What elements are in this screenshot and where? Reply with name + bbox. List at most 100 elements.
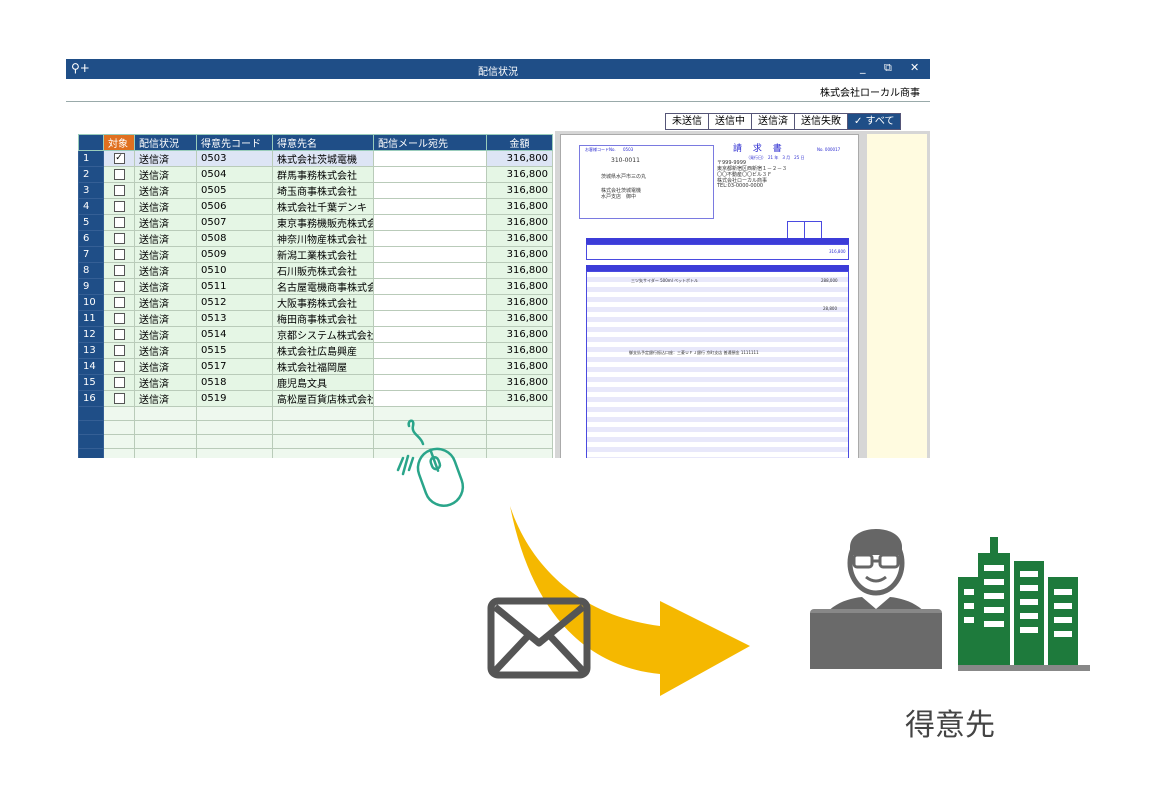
empty-cell — [78, 420, 104, 435]
target-cell[interactable] — [103, 246, 135, 263]
email-cell — [373, 262, 487, 279]
table-row[interactable]: 1 ✓ 送信済 0503 株式会社茨城電機 316,800 — [78, 150, 553, 167]
row-number: 11 — [78, 310, 104, 327]
table-header: 対象 配信状況 得意先コード 得意先名 配信メール宛先 金額 — [78, 134, 553, 151]
target-checkbox[interactable] — [113, 280, 125, 292]
invoice-tax: 28,800 — [823, 306, 837, 311]
target-checkbox[interactable] — [113, 392, 125, 404]
empty-cell — [103, 434, 135, 449]
restore-button[interactable]: ⧉ — [884, 61, 892, 75]
target-checkbox[interactable] — [113, 312, 125, 324]
person-laptop-icon — [810, 529, 942, 669]
table-row[interactable]: 4 送信済 0506 株式会社千葉デンキ 316,800 — [78, 198, 553, 215]
filter-failed[interactable]: 送信失敗 — [795, 114, 848, 129]
target-checkbox[interactable] — [113, 328, 125, 340]
customer-code-cell: 0518 — [196, 374, 273, 391]
target-checkbox[interactable] — [113, 264, 125, 276]
filter-all[interactable]: ✓ すべて — [848, 114, 901, 129]
target-cell[interactable] — [103, 310, 135, 327]
customer-code-cell: 0504 — [196, 166, 273, 183]
table-row[interactable]: 16 送信済 0519 高松屋百貨店株式会社 316,800 — [78, 390, 553, 407]
filter-sending[interactable]: 送信中 — [709, 114, 752, 129]
email-cell — [373, 326, 487, 343]
target-cell[interactable] — [103, 294, 135, 311]
target-cell[interactable] — [103, 230, 135, 247]
target-cell[interactable] — [103, 390, 135, 407]
table-row[interactable]: 6 送信済 0508 神奈川物産株式会社 316,800 — [78, 230, 553, 247]
target-cell[interactable] — [103, 262, 135, 279]
filter-unsent[interactable]: 未送信 — [666, 114, 709, 129]
target-cell[interactable] — [103, 166, 135, 183]
amount-cell: 316,800 — [486, 390, 553, 407]
target-cell[interactable] — [103, 342, 135, 359]
target-checkbox[interactable] — [113, 376, 125, 388]
table-row[interactable]: 14 送信済 0517 株式会社福岡屋 316,800 — [78, 358, 553, 375]
table-row[interactable]: 7 送信済 0509 新潟工業株式会社 316,800 — [78, 246, 553, 263]
target-cell[interactable] — [103, 214, 135, 231]
target-checkbox[interactable] — [113, 344, 125, 356]
target-cell[interactable]: ✓ — [103, 150, 135, 167]
target-checkbox[interactable] — [113, 360, 125, 372]
table-row[interactable]: 5 送信済0507東京事務機販売株式会社 316,800 — [78, 214, 553, 231]
empty-row — [78, 406, 553, 421]
target-cell[interactable] — [103, 326, 135, 343]
col-header-customer-name[interactable]: 得意先名 — [272, 134, 374, 151]
mouse-icon — [396, 419, 465, 507]
filter-sent[interactable]: 送信済 — [752, 114, 795, 129]
table-row[interactable]: 9 送信済0511名古屋電機商事株式会社 316,800 — [78, 278, 553, 295]
table-row[interactable]: 8 送信済 0510 石川販売株式会社 316,800 — [78, 262, 553, 279]
invoice-stamp-box — [787, 221, 805, 239]
row-number: 5 — [78, 214, 104, 231]
email-cell — [373, 198, 487, 215]
status-cell: 送信済 — [134, 342, 197, 359]
customer-name-cell: 石川販売株式会社 — [272, 262, 374, 279]
table-row[interactable]: 15 送信済 0518 鹿児島文具 316,800 — [78, 374, 553, 391]
target-cell[interactable] — [103, 182, 135, 199]
col-header-amount[interactable]: 金額 — [486, 134, 553, 151]
col-header-target[interactable]: 対象 — [103, 134, 135, 151]
customer-code-cell: 0511 — [196, 278, 273, 295]
table-row[interactable]: 11 送信済 0513 梅田商事株式会社 316,800 — [78, 310, 553, 327]
customer-name-cell: 埼玉商事株式会社 — [272, 182, 374, 199]
target-checkbox[interactable]: ✓ — [113, 152, 125, 164]
col-header-customer-code[interactable]: 得意先コード — [196, 134, 273, 151]
amount-cell: 316,800 — [486, 358, 553, 375]
table-row[interactable]: 10 送信済 0512 大阪事務株式会社 316,800 — [78, 294, 553, 311]
target-checkbox[interactable] — [113, 232, 125, 244]
empty-cell — [272, 434, 374, 449]
customer-code-cell: 0513 — [196, 310, 273, 327]
customer-name-cell: 梅田商事株式会社 — [272, 310, 374, 327]
target-checkbox[interactable] — [113, 200, 125, 212]
target-checkbox[interactable] — [113, 168, 125, 180]
target-cell[interactable] — [103, 278, 135, 295]
empty-row — [78, 434, 553, 449]
minimize-button[interactable]: _ — [860, 61, 866, 74]
col-header-email[interactable]: 配信メール宛先 — [373, 134, 487, 151]
preview-side-panel — [867, 134, 927, 458]
row-number: 4 — [78, 198, 104, 215]
target-checkbox[interactable] — [113, 184, 125, 196]
target-cell[interactable] — [103, 358, 135, 375]
invoice-branch: 水戸支店 御中 — [601, 194, 637, 200]
email-cell — [373, 182, 487, 199]
amount-cell: 316,800 — [486, 294, 553, 311]
customer-code-cell: 0509 — [196, 246, 273, 263]
target-cell[interactable] — [103, 374, 135, 391]
status-cell: 送信済 — [134, 150, 197, 167]
target-checkbox[interactable] — [113, 296, 125, 308]
target-cell[interactable] — [103, 198, 135, 215]
invoice-sender-tel: TEL:03-0000-0000 — [717, 183, 764, 189]
table-row[interactable]: 12 送信済 0514 京都システム株式会社 316,800 — [78, 326, 553, 343]
customer-name-cell: 鹿児島文具 — [272, 374, 374, 391]
col-header-status[interactable]: 配信状況 — [134, 134, 197, 151]
status-cell: 送信済 — [134, 294, 197, 311]
table-row[interactable]: 2 送信済 0504 群馬事務株式会社 316,800 — [78, 166, 553, 183]
empty-cell — [78, 434, 104, 449]
close-button[interactable]: ✕ — [910, 61, 919, 74]
target-checkbox[interactable] — [113, 248, 125, 260]
table-row[interactable]: 3 送信済 0505 埼玉商事株式会社 316,800 — [78, 182, 553, 199]
building-icon — [958, 537, 1090, 671]
empty-cell — [103, 406, 135, 421]
table-row[interactable]: 13 送信済 0515 株式会社広島興産 316,800 — [78, 342, 553, 359]
target-checkbox[interactable] — [113, 216, 125, 228]
